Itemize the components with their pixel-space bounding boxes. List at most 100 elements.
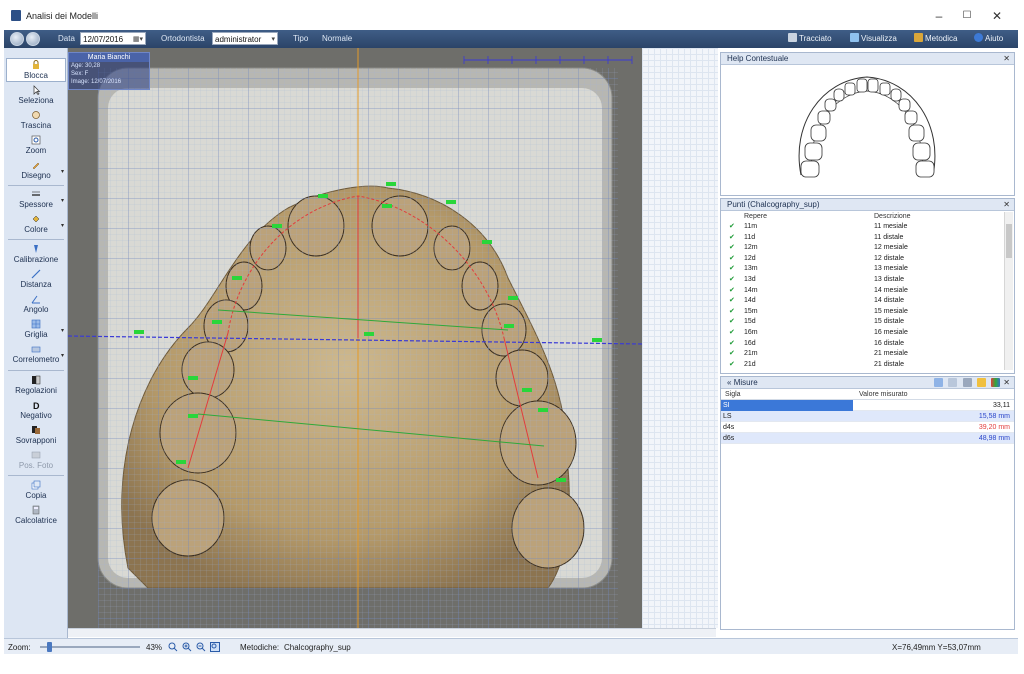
list-view-icon[interactable] — [948, 378, 958, 387]
zoom-label: Zoom: — [8, 643, 31, 652]
table-row[interactable]: ✔ 14m 14 mesiale — [722, 286, 1004, 297]
table-row[interactable]: ✔ 15m 15 mesiale — [722, 307, 1004, 318]
dental-model-image[interactable] — [68, 48, 642, 628]
zoom-slider-thumb[interactable] — [47, 642, 52, 652]
zoom-out-icon[interactable] — [196, 642, 206, 652]
points-table-header: Repere Descrizione — [722, 212, 1004, 222]
col-valore[interactable]: Valore misurato — [859, 389, 908, 400]
table-row[interactable]: SI 33,11 — [721, 400, 1014, 411]
points-panel-title: Punti (Chalcography_sup) — [727, 200, 820, 209]
metodica-button[interactable]: Metodica — [914, 33, 957, 43]
expand-arrow-icon[interactable]: ▾ — [61, 222, 64, 229]
check-icon: ✔ — [729, 339, 735, 347]
col-repere[interactable]: Repere — [744, 212, 767, 222]
table-row[interactable]: ✔ 11m 11 mesiale — [722, 222, 1004, 233]
table-row[interactable]: ✔ 13d 13 distale — [722, 275, 1004, 286]
aiuto-button[interactable]: Aiuto — [974, 33, 1003, 43]
blocca-tool[interactable]: Blocca — [6, 58, 66, 82]
close-icon[interactable]: ✕ — [1003, 53, 1010, 65]
distanza-tool[interactable]: Distanza — [6, 268, 66, 292]
table-row[interactable]: ✔ 12m 12 mesiale — [722, 243, 1004, 254]
table-row[interactable]: ✔ 14d 14 distale — [722, 296, 1004, 307]
calibrazione-tool[interactable]: Calibrazione — [6, 243, 66, 267]
hand-icon — [32, 111, 40, 119]
table-row[interactable]: ✔ 15d 15 distale — [722, 317, 1004, 328]
griglia-tool[interactable]: Griglia ▾ — [6, 318, 66, 342]
zoom-actual-icon[interactable] — [210, 642, 220, 652]
disegno-tool[interactable]: Disegno ▾ — [6, 159, 66, 183]
type-label: Tipo — [293, 34, 309, 43]
tool-separator — [8, 370, 64, 371]
window-title: Analisi dei Modelli — [26, 11, 99, 21]
points-scrollbar[interactable] — [1004, 212, 1013, 370]
check-icon: ✔ — [729, 223, 735, 230]
horizontal-scrollbar[interactable] — [68, 628, 716, 637]
zoom-tool[interactable]: Zoom — [6, 134, 66, 158]
chart-icon[interactable] — [991, 378, 1000, 387]
table-row[interactable]: ✔ 12d 12 distale — [722, 254, 1004, 265]
table-row[interactable]: ✔ 16m 16 mesiale — [722, 328, 1004, 339]
table-row[interactable]: d4s 39,20 mm — [721, 422, 1014, 433]
grid-icon — [31, 319, 41, 329]
image-canvas[interactable] — [68, 48, 642, 628]
col-sigla[interactable]: Sigla — [725, 389, 741, 400]
grid-view-icon[interactable] — [934, 378, 944, 387]
tool-separator — [8, 475, 64, 476]
expand-arrow-icon[interactable]: ▾ — [61, 168, 64, 175]
folder-icon[interactable] — [976, 378, 986, 387]
table-row[interactable]: ✔ 21d 21 distale — [722, 360, 1004, 371]
col-descrizione[interactable]: Descrizione — [874, 212, 911, 222]
close-icon[interactable]: ✕ — [1003, 199, 1010, 211]
copy-icon — [31, 480, 41, 490]
zoom-slider-track[interactable] — [40, 646, 140, 648]
calcolatrice-tool[interactable]: Calcolatrice — [6, 504, 66, 528]
expand-arrow-icon[interactable]: ▾ — [61, 327, 64, 334]
date-value: 12/07/2016 — [83, 35, 124, 44]
correlometro-tool[interactable]: Correlometro ▾ — [6, 343, 66, 367]
orthodontist-select[interactable]: administrator ▾ — [212, 32, 278, 45]
forward-nav-icon[interactable] — [26, 32, 40, 46]
table-row[interactable]: ✔ 16d 16 distale — [722, 339, 1004, 350]
table-row[interactable]: LS 15,58 mm — [721, 411, 1014, 422]
negativo-tool[interactable]: D Negativo — [6, 399, 66, 423]
calendar-dropdown-icon: ▦▾ — [132, 36, 143, 43]
zoom-in-icon[interactable] — [182, 642, 192, 652]
zoom-fit-icon[interactable] — [168, 642, 178, 652]
tag-icon[interactable] — [962, 378, 972, 387]
dental-arch-diagram — [798, 76, 936, 178]
calibration-icon — [34, 245, 38, 253]
regolazioni-tool[interactable]: Regolazioni — [6, 374, 66, 398]
date-picker[interactable]: 12/07/2016 ▦▾ — [80, 32, 146, 45]
seleziona-tool[interactable]: Seleziona — [6, 84, 66, 108]
angolo-tool[interactable]: Angolo — [6, 293, 66, 317]
trascina-tool[interactable]: Trascina — [6, 109, 66, 133]
table-row[interactable]: ✔ 21m 21 mesiale — [722, 349, 1004, 360]
sovrapponi-tool[interactable]: Sovrapponi — [6, 424, 66, 448]
pointer-icon — [33, 85, 41, 95]
pos-foto-tool[interactable]: Pos. Foto — [6, 449, 66, 473]
expand-arrow-icon[interactable]: ▾ — [61, 352, 64, 359]
title-bar: Analisi dei Modelli – ☐ ✕ — [0, 0, 1024, 30]
overlay-icon — [32, 426, 40, 434]
colore-tool[interactable]: Colore ▾ — [6, 213, 66, 237]
expand-arrow-icon[interactable]: ▾ — [61, 197, 64, 204]
table-row[interactable]: ✔ 11d 11 distale — [722, 233, 1004, 244]
maximize-button[interactable]: ☐ — [956, 6, 978, 26]
method-icon — [914, 33, 923, 42]
help-panel-header: Help Contestuale ✕ — [721, 53, 1014, 65]
check-icon: ✔ — [729, 286, 735, 294]
close-icon[interactable]: ✕ — [1003, 377, 1010, 389]
copia-tool[interactable]: Copia — [6, 479, 66, 503]
back-nav-icon[interactable] — [10, 32, 24, 46]
table-row[interactable]: ✔ 13m 13 mesiale — [722, 264, 1004, 275]
negative-icon: D — [33, 401, 40, 410]
close-button[interactable]: ✕ — [986, 6, 1008, 26]
collapse-icon[interactable]: « — [727, 378, 731, 387]
visualizza-button[interactable]: Visualizza — [850, 33, 897, 43]
scrollbar-thumb[interactable] — [1006, 224, 1012, 258]
minimize-button[interactable]: – — [928, 6, 950, 26]
tracciato-button[interactable]: Tracciato — [788, 33, 832, 43]
table-row[interactable]: d6s 48,98 mm — [721, 433, 1014, 444]
patient-sex: Sex: F — [71, 71, 89, 77]
spessore-tool[interactable]: Spessore ▾ — [6, 188, 66, 212]
